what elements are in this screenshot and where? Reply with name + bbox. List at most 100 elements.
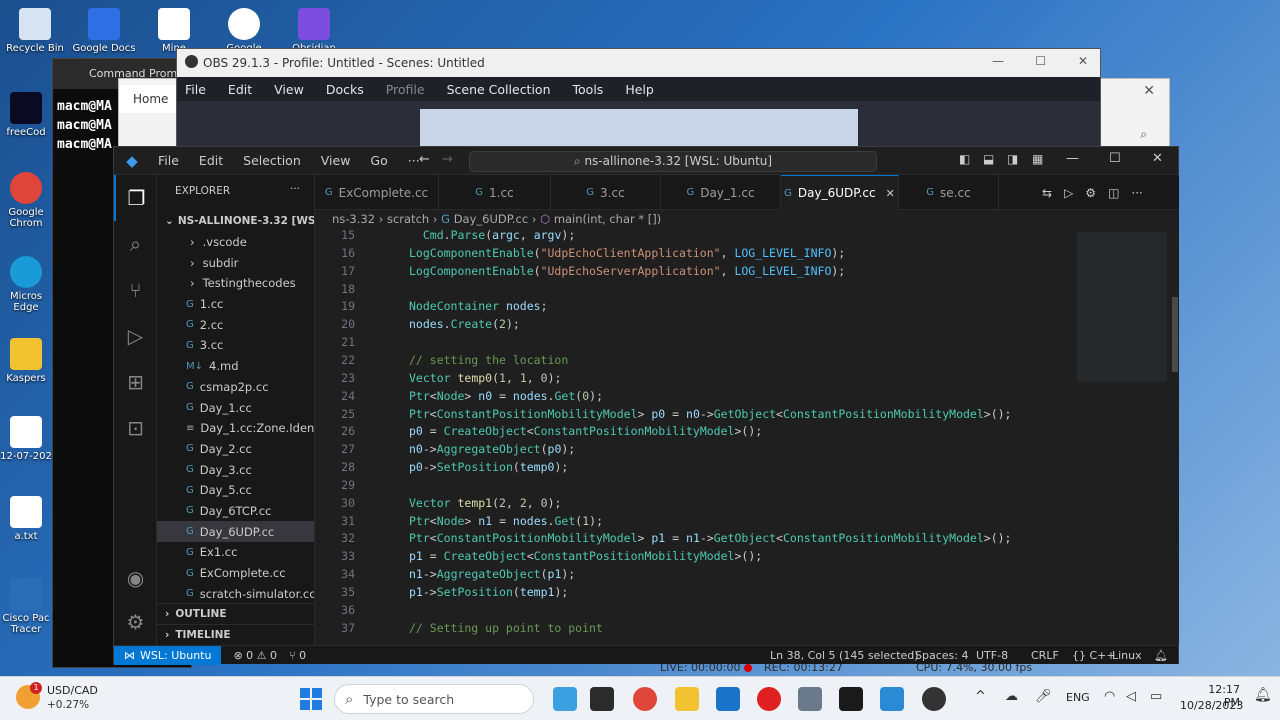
code-line[interactable]: 19 NodeContainer nodes; (315, 297, 1055, 315)
workspace-folder[interactable]: ⌄NS-ALLINONE-3.32 [WSL: ... (157, 211, 314, 232)
tab-excomplete-cc[interactable]: G ExComplete.cc (315, 175, 439, 210)
obs-preview[interactable] (420, 109, 858, 149)
toggle-sidebar-icon[interactable]: ◧ (959, 152, 970, 166)
settings-gear-icon[interactable]: ⚙ (1085, 186, 1096, 200)
code-line[interactable]: 23 Vector temp0(1, 1, 0); (315, 369, 1055, 387)
menu-go[interactable]: Go (370, 153, 387, 168)
close-tab-icon[interactable]: ✕ (886, 187, 895, 200)
code-editor[interactable]: 15 Cmd.Parse(argc, argv); 16 LogComponentE… (315, 230, 1075, 645)
menu-view[interactable]: View (321, 153, 351, 168)
notification-bell-icon[interactable]: 🔔︎ (1254, 687, 1272, 703)
code-line[interactable]: 20 nodes.Create(2); (315, 315, 1055, 333)
obs-taskbar-icon[interactable] (922, 687, 946, 711)
tree-folder[interactable]: › .vscode (157, 232, 314, 253)
freecodecamp-icon[interactable]: freeCod (0, 92, 54, 138)
editor-scrollbar[interactable] (1172, 297, 1178, 372)
run-debug-icon[interactable]: ▷ (114, 313, 157, 359)
language-indicator[interactable]: ENG (1066, 691, 1090, 704)
tree-file[interactable]: M↓ 4.md (157, 356, 314, 377)
tree-file[interactable]: G Day_5.cc (157, 480, 314, 501)
remote-explorer-icon[interactable]: ⊡ (114, 405, 157, 451)
tree-file[interactable]: G Ex1.cc (157, 542, 314, 563)
code-line[interactable]: 32 Ptr<ConstantPositionMobilityModel> p1 … (315, 529, 1055, 547)
text-file-icon[interactable]: a.txt (0, 496, 54, 542)
task-view-icon[interactable] (590, 687, 614, 711)
tree-file[interactable]: G Day_2.cc (157, 439, 314, 460)
widget-title[interactable]: USD/CAD (47, 684, 98, 697)
code-line[interactable]: 35 p1->SetPosition(temp1); (315, 583, 1055, 601)
run-icon[interactable]: ▷ (1064, 186, 1073, 200)
code-line[interactable]: 28 p0->SetPosition(temp0); (315, 458, 1055, 476)
code-line[interactable]: 21 (315, 333, 1055, 351)
windows-start-icon[interactable] (300, 688, 322, 710)
settings-gear-icon[interactable]: ⚙ (114, 599, 157, 645)
accounts-icon[interactable]: ◉ (114, 555, 157, 601)
tab-1-cc[interactable]: G 1.cc (439, 175, 551, 210)
tree-file[interactable]: Gscratch-simulator.cc (157, 583, 314, 604)
tree-file[interactable]: Gcsmap2p.cc (157, 377, 314, 398)
cursor-position[interactable]: Ln 38, Col 5 (145 selected) (770, 649, 919, 662)
vscode-window[interactable]: ◆ File Edit Selection View Go ··· ← → ⌕ … (113, 146, 1179, 665)
code-line[interactable]: 22 // setting the location (315, 351, 1055, 369)
breadcrumb-item[interactable]: ns-3.32 (332, 212, 375, 226)
code-line[interactable]: 25 Ptr<ConstantPositionMobilityModel> p0 … (315, 405, 1055, 423)
media-player-icon[interactable] (757, 687, 781, 711)
os-indicator[interactable]: Linux (1112, 649, 1142, 662)
search-icon[interactable]: ⌕ (114, 221, 157, 267)
obs-menu-file[interactable]: File (185, 82, 206, 97)
command-center[interactable]: ⌕ ns-allinone-3.32 [WSL: Ubuntu] (469, 151, 877, 172)
kaspersky-icon[interactable]: Kaspers (0, 338, 54, 384)
chevron-up-icon[interactable]: ^ (975, 689, 986, 704)
extensions-icon[interactable]: ⊞ (114, 359, 157, 405)
battery-icon[interactable]: ▭ (1150, 689, 1162, 704)
minimize-icon[interactable]: — (1066, 151, 1079, 166)
microphone-icon[interactable]: 🎤︎ (1035, 689, 1052, 704)
file-explorer-icon[interactable] (675, 687, 699, 711)
taskbar-search-input[interactable]: ⌕ Type to search (334, 684, 534, 714)
tab-day-6udp-cc[interactable]: G Day_6UDP.cc ✕ (781, 175, 899, 210)
close-icon[interactable]: ✕ (1152, 151, 1163, 166)
tree-file[interactable]: G Day_6TCP.cc (157, 501, 314, 522)
chrome-taskbar-icon[interactable] (633, 687, 657, 711)
more-actions-icon[interactable]: ··· (290, 183, 300, 195)
menu-file[interactable]: File (158, 153, 179, 168)
store-icon[interactable] (716, 687, 740, 711)
minimap-slider[interactable] (1077, 232, 1167, 382)
close-icon[interactable]: ✕ (1143, 83, 1155, 99)
obs-menu-view[interactable]: View (274, 82, 304, 97)
eol[interactable]: CRLF (1031, 649, 1059, 662)
breadcrumb-item[interactable]: scratch (387, 212, 429, 226)
code-line[interactable]: 26 p0 = CreateObject<ConstantPositionMobi… (315, 422, 1055, 440)
volume-icon[interactable]: ◁ (1126, 689, 1136, 704)
code-line[interactable]: 31 Ptr<Node> n1 = nodes.Get(1); (315, 512, 1055, 530)
search-icon[interactable]: ⌕ (1140, 127, 1147, 142)
obs-menu-docks[interactable]: Docks (326, 82, 364, 97)
toggle-panel-icon[interactable]: ⬓ (983, 152, 994, 166)
tab-3-cc[interactable]: G 3.cc (551, 175, 661, 210)
obs-menu-tools[interactable]: Tools (573, 82, 604, 97)
minimap[interactable] (1075, 230, 1179, 645)
edge-desktop-icon[interactable]: Micros Edge (0, 256, 54, 313)
git-compare-icon[interactable]: ⇆ (1042, 186, 1052, 200)
encoding[interactable]: UTF-8 (976, 649, 1008, 662)
copilot-icon[interactable] (553, 687, 577, 711)
cisco-packet-tracer-icon[interactable]: Cisco Pac Tracer (0, 578, 54, 635)
close-icon[interactable]: ✕ (1078, 54, 1088, 68)
indentation[interactable]: Spaces: 4 (915, 649, 968, 662)
code-line[interactable]: 27 n0->AggregateObject(p0); (315, 440, 1055, 458)
menu-edit[interactable]: Edit (199, 153, 223, 168)
clock-date[interactable]: 10/28/2023 (1180, 699, 1243, 712)
wifi-icon[interactable]: ◠ (1104, 689, 1115, 704)
obs-menu-help[interactable]: Help (625, 82, 654, 97)
tab-se-cc[interactable]: Gse.cc (899, 175, 999, 210)
tree-file[interactable]: G Day_3.cc (157, 459, 314, 480)
maximize-icon[interactable]: ☐ (1109, 151, 1121, 166)
remote-indicator[interactable]: ⋈ WSL: Ubuntu (114, 645, 222, 665)
timeline-section[interactable]: › TIMELINE (157, 624, 315, 645)
minimize-icon[interactable]: — (992, 54, 1004, 68)
code-line[interactable]: 37 // Setting up point to point (315, 619, 1055, 637)
vscode-taskbar-icon[interactable] (880, 687, 904, 711)
tree-file[interactable]: ≡ Day_1.cc:Zone.Iden... (157, 418, 314, 439)
code-line[interactable]: 16 LogComponentEnable("UdpEchoClientAppli… (315, 244, 1055, 262)
menu-selection[interactable]: Selection (243, 153, 301, 168)
